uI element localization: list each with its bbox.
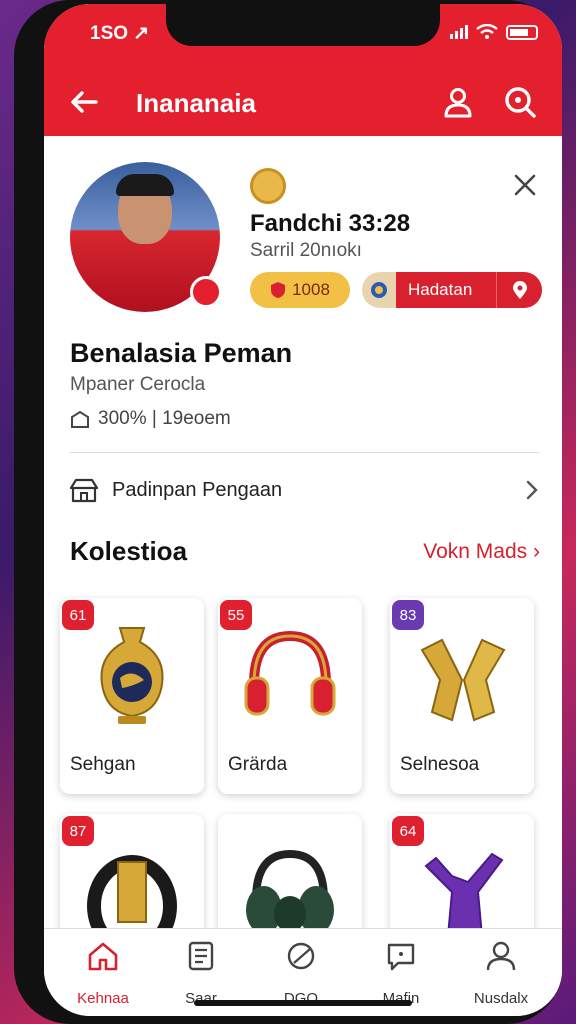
player-stat-value: 300% | 19eoem [98,408,231,429]
signal-icon [450,25,468,39]
profile-icon[interactable] [440,84,476,120]
building-icon [71,410,89,428]
nav-item-leaf[interactable]: DGO [256,939,346,1007]
vase-icon [100,627,164,724]
card-name: Grärda [228,754,288,775]
player-subtitle: Sarril 20nıokı [250,240,362,261]
nav-label: Kehnaa [77,990,129,1007]
home-icon [88,942,118,971]
player-title: Fandchi 33:28 [250,210,411,237]
list-icon [188,941,214,971]
battery-icon [506,24,538,40]
nav-item-list[interactable]: Saar [156,939,246,1007]
shop-icon [70,478,98,503]
app-screen: 1SO ↗ Inananaia Fandchi 33:28 Sarril 20n… [44,4,562,1016]
home-indicator [194,1000,412,1006]
page-title: Inananaia [136,88,256,118]
headphones-icon [244,630,336,716]
close-icon[interactable] [510,170,540,200]
profile-card: Fandchi 33:28 Sarril 20nıokı 1008 Hadata… [44,156,562,316]
chevron-right-icon [526,480,538,500]
location-pin-icon [496,272,542,308]
collection-card[interactable]: 61 Sehgan [60,598,204,794]
player-stat: 300% | 19eoem [70,408,231,430]
card-name: Sehgan [70,754,136,775]
nav-item-home[interactable]: Kehnaa [58,939,148,1007]
link-row-label: Padinpan Pengaan [112,478,283,501]
team-crest-icon [362,272,396,308]
team-badge[interactable]: Hadatan [362,272,542,308]
points-badge[interactable]: 1008 [250,272,350,308]
shield-icon [271,282,286,298]
status-icons [450,24,538,40]
wifi-icon [476,24,498,39]
collection-card[interactable]: 55 Grärda [218,598,362,794]
club-badge-icon [190,276,222,308]
player-name: Benalasia Peman [70,338,293,368]
player-role: Mpaner Cerocla [70,374,206,395]
nav-item-chat[interactable]: Mafin [356,939,446,1007]
coin-icon [250,168,286,204]
view-all-link[interactable]: Vokn Mads › [423,540,540,564]
person-icon [486,941,516,971]
nav-item-profile[interactable]: Nusdalx [456,939,546,1007]
chat-icon [387,943,415,971]
status-time: 1SO ↗ [90,23,150,44]
app-bar: Inananaia [44,78,562,128]
divider [70,452,540,453]
points-value: 1008 [292,280,330,299]
bottom-nav: Kehnaa Saar DGO Mafin Nusdalx [44,928,562,1016]
back-arrow-icon[interactable] [66,84,102,120]
leaf-icon [287,942,315,970]
team-badge-label: Hadatan [396,272,496,308]
link-row[interactable]: Padinpan Pengaan [70,470,540,510]
phone-frame: 1SO ↗ Inananaia Fandchi 33:28 Sarril 20n… [14,0,562,1024]
nav-label: Nusdalx [473,990,529,1007]
avatar-hair [116,174,174,196]
device-notch [166,4,440,46]
collection-title: Kolestioa [70,536,188,566]
collection-card[interactable]: 83 Selnesoa [390,598,534,794]
card-name: Selnesoa [400,754,480,775]
search-icon[interactable] [502,84,538,120]
gloves-icon [420,638,506,722]
